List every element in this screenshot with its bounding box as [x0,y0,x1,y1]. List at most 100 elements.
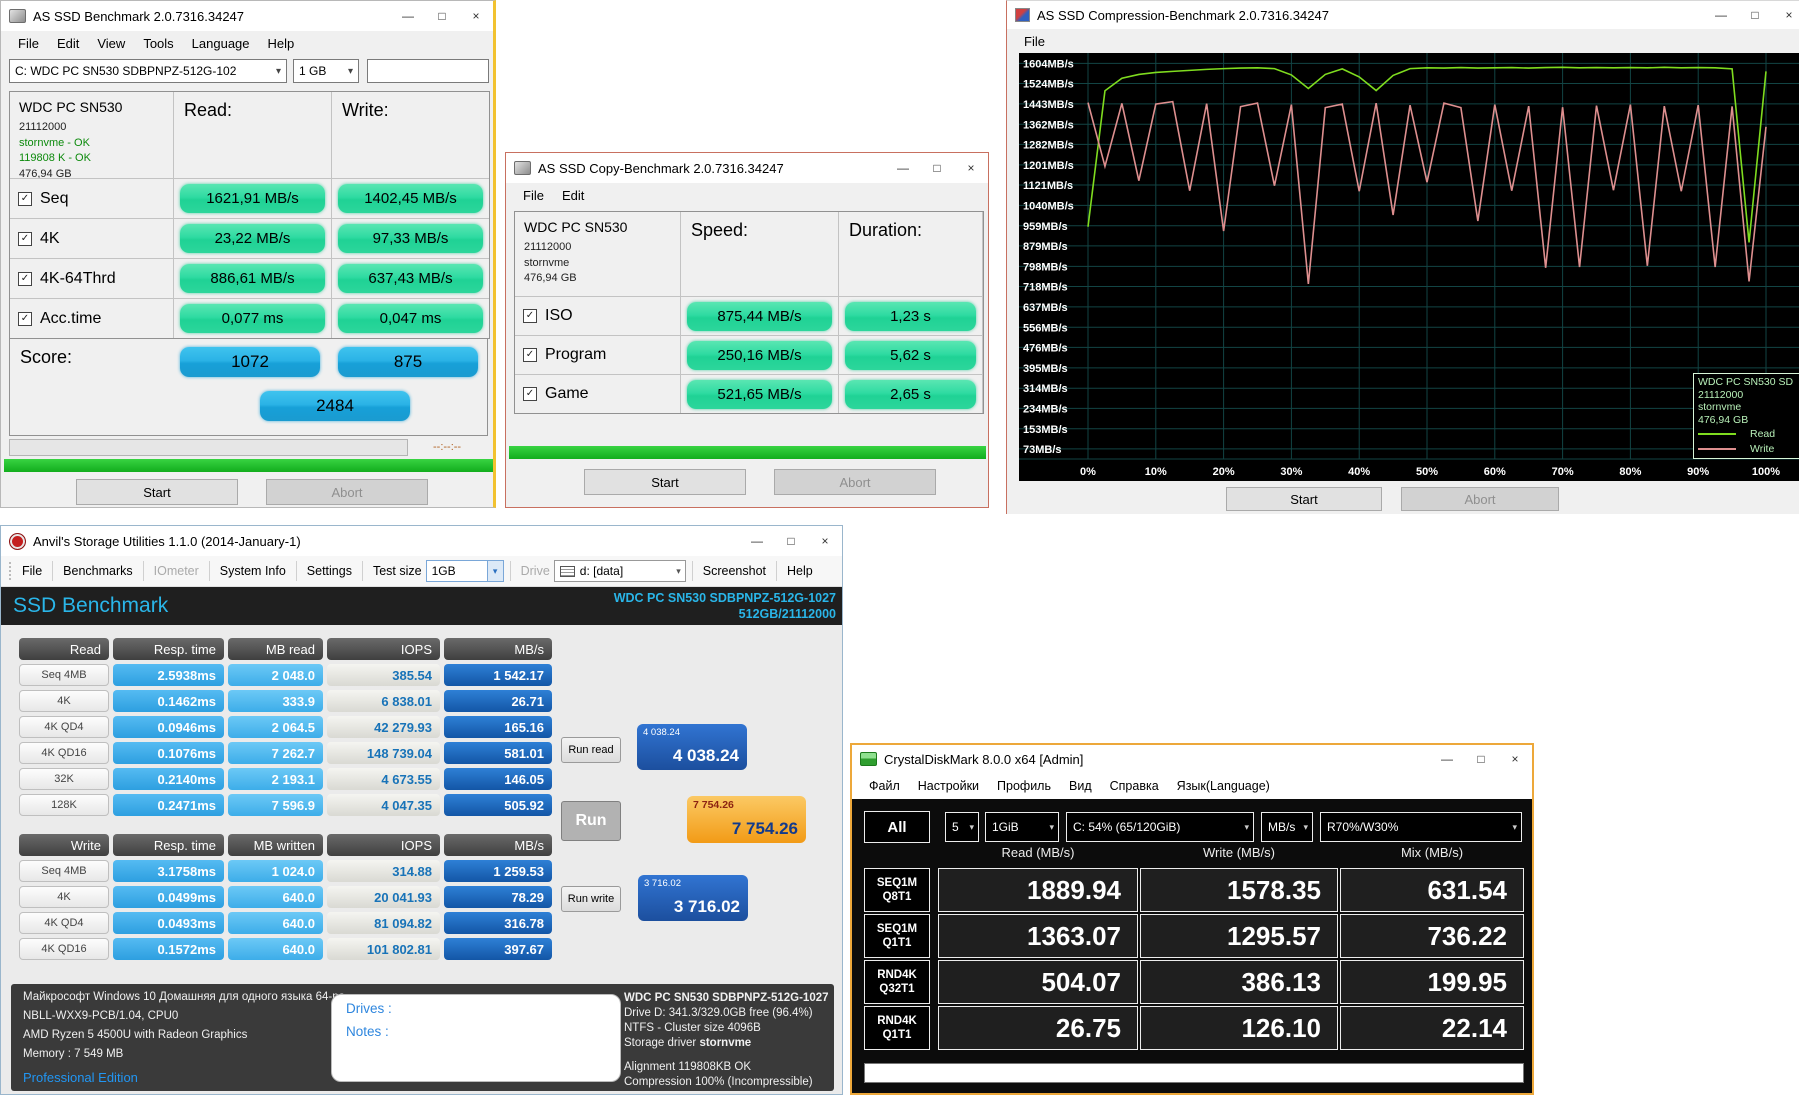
abort-button[interactable]: Abort [266,479,428,505]
titlebar[interactable]: AS SSD Compression-Benchmark 2.0.7316.34… [1007,1,1799,29]
edition-link[interactable]: Professional Edition [23,1070,138,1085]
toolbar-system-info[interactable]: System Info [216,564,290,578]
abort-button[interactable]: Abort [774,469,936,495]
checkbox-4k64[interactable]: ✓ [18,272,32,286]
menu-language[interactable]: Language [183,34,259,53]
rnd4k-q1t1-button[interactable]: RND4KQ1T1 [864,1006,930,1050]
minimize-icon[interactable]: — [1430,745,1464,773]
test-size-select[interactable]: 1 GB ▾ [293,59,359,83]
titlebar[interactable]: AS SSD Benchmark 2.0.7316.34247 — □ × [1,1,493,31]
maximize-icon[interactable]: □ [425,1,459,31]
menubar: File [1007,29,1799,53]
maximize-icon[interactable]: □ [920,153,954,183]
toolbar-file[interactable]: File [18,564,46,578]
all-button[interactable]: All [864,811,930,843]
maximize-icon[interactable]: □ [1464,745,1498,773]
chevron-down-icon: ▾ [1244,822,1249,833]
menu-file[interactable]: Файл [860,777,909,795]
close-icon[interactable]: × [459,1,493,31]
menu-edit[interactable]: Edit [48,34,88,53]
menu-language[interactable]: Язык(Language) [1168,777,1279,795]
close-icon[interactable]: × [808,526,842,556]
drives-notes-panel[interactable]: Drives : Notes : [331,994,621,1082]
crystaldiskmark-app-icon [860,752,877,766]
start-button[interactable]: Start [1226,487,1382,511]
drive-label: Drive [517,564,554,578]
menu-file[interactable]: File [514,186,553,205]
checkbox-game[interactable]: ✓ [523,387,537,401]
menu-file[interactable]: File [1015,32,1054,51]
table-row: Seq 4MB [19,860,109,882]
checkbox-acctime[interactable]: ✓ [18,312,32,326]
toolbar-benchmarks[interactable]: Benchmarks [59,564,136,578]
unit-select[interactable]: MB/s▾ [1261,812,1313,842]
close-icon[interactable]: × [1772,1,1799,29]
run-read-button[interactable]: Run read [561,737,621,763]
start-button[interactable]: Start [76,479,238,505]
benchmark-table: WDC PC SN530 21112000 stornvme - OK 1198… [9,91,490,339]
svg-text:798MB/s: 798MB/s [1023,261,1068,273]
run-write-button[interactable]: Run write [561,886,621,912]
minimize-icon[interactable]: — [391,1,425,31]
titlebar[interactable]: CrystalDiskMark 8.0.0 x64 [Admin] — □ × [852,745,1532,773]
mix-column-header: Mix (MB/s) [1332,845,1532,860]
read-column-header: Read: [174,92,331,178]
window-title: CrystalDiskMark 8.0.0 x64 [Admin] [884,752,1430,767]
svg-text:637MB/s: 637MB/s [1023,302,1068,314]
checkbox-4k[interactable]: ✓ [18,232,32,246]
minimize-icon[interactable]: — [1704,1,1738,29]
read-score-box: 4 038.24 4 038.24 [637,724,747,770]
maximize-icon[interactable]: □ [1738,1,1772,29]
menu-view[interactable]: View [88,34,134,53]
toolbar-help[interactable]: Help [783,564,817,578]
seq1m-q8t1-button[interactable]: SEQ1MQ8T1 [864,868,930,912]
comment-input[interactable] [864,1063,1524,1083]
row-4k: ✓ 4K [10,219,173,258]
checkbox-program[interactable]: ✓ [523,348,537,362]
menu-tools[interactable]: Tools [134,34,182,53]
drive-select[interactable]: C: WDC PC SN530 SDBPNPZ-512G-102 ▾ [9,59,287,83]
titlebar[interactable]: AS SSD Copy-Benchmark 2.0.7316.34247 — □… [506,153,988,183]
minimize-icon[interactable]: — [740,526,774,556]
table-row: 32K [19,768,109,790]
legend-firmware: 21112000 [1698,389,1799,402]
toolbar-screenshot[interactable]: Screenshot [699,564,770,578]
acctime-write-value: 0,047 ms [338,304,483,333]
maximize-icon[interactable]: □ [774,526,808,556]
start-button[interactable]: Start [584,469,746,495]
test-count-select[interactable]: 5▾ [945,812,979,842]
svg-text:1362MB/s: 1362MB/s [1023,119,1074,131]
checkbox-seq[interactable]: ✓ [18,192,32,206]
titlebar[interactable]: Anvil's Storage Utilities 1.1.0 (2014-Ja… [1,526,842,556]
menu-profile[interactable]: Профиль [988,777,1060,795]
toolbar-settings[interactable]: Settings [303,564,356,578]
menu-help[interactable]: Справка [1101,777,1168,795]
svg-text:476MB/s: 476MB/s [1023,342,1068,354]
progress-bar [509,446,986,459]
drive-capacity: 476,94 GB [524,271,680,287]
target-drive-select[interactable]: C: 54% (65/120GiB)▾ [1066,812,1254,842]
test-size-select[interactable]: 1GiB▾ [985,812,1059,842]
seq1m-q1t1-read: 1363.07 [938,914,1138,958]
test-size-select[interactable]: 1GB ▾ [426,560,504,582]
close-icon[interactable]: × [954,153,988,183]
menu-view[interactable]: Вид [1060,777,1101,795]
menu-settings[interactable]: Настройки [909,777,988,795]
close-icon[interactable]: × [1498,745,1532,773]
abort-button[interactable]: Abort [1401,487,1559,511]
seq1m-q1t1-button[interactable]: SEQ1MQ1T1 [864,914,930,958]
mix-ratio-select[interactable]: R70%/W30%▾ [1320,812,1522,842]
run-button[interactable]: Run [561,801,621,841]
menu-edit[interactable]: Edit [553,186,593,205]
chevron-down-icon: ▾ [343,66,358,77]
drive-select[interactable]: d: [data] ▾ [554,560,686,582]
svg-text:1121MB/s: 1121MB/s [1023,180,1073,192]
toolbar-iometer[interactable]: IOmeter [150,564,203,578]
menu-help[interactable]: Help [259,34,304,53]
checkbox-iso[interactable]: ✓ [523,309,537,323]
minimize-icon[interactable]: — [886,153,920,183]
rnd4k-q32t1-button[interactable]: RND4KQ32T1 [864,960,930,1004]
chart-legend: WDC PC SN530 SD 21112000 stornvme 476,94… [1693,373,1799,459]
filter-input[interactable] [367,59,489,83]
menu-file[interactable]: File [9,34,48,53]
